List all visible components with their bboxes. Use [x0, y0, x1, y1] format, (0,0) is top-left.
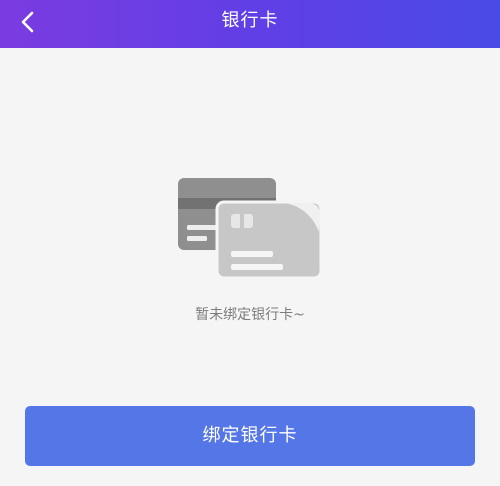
page-title: 银行卡	[221, 10, 279, 31]
bank-cards-illustration	[178, 178, 323, 280]
bind-bank-card-button[interactable]: 绑定银行卡	[25, 406, 475, 466]
front-card-icon	[215, 200, 323, 280]
empty-state-message: 暂未绑定银行卡~	[195, 307, 305, 323]
top-navigation-bar: 银行卡	[0, 0, 500, 48]
bank-card-page: 银行卡 暂未绑定银行卡~ 绑定银行卡	[0, 0, 500, 486]
